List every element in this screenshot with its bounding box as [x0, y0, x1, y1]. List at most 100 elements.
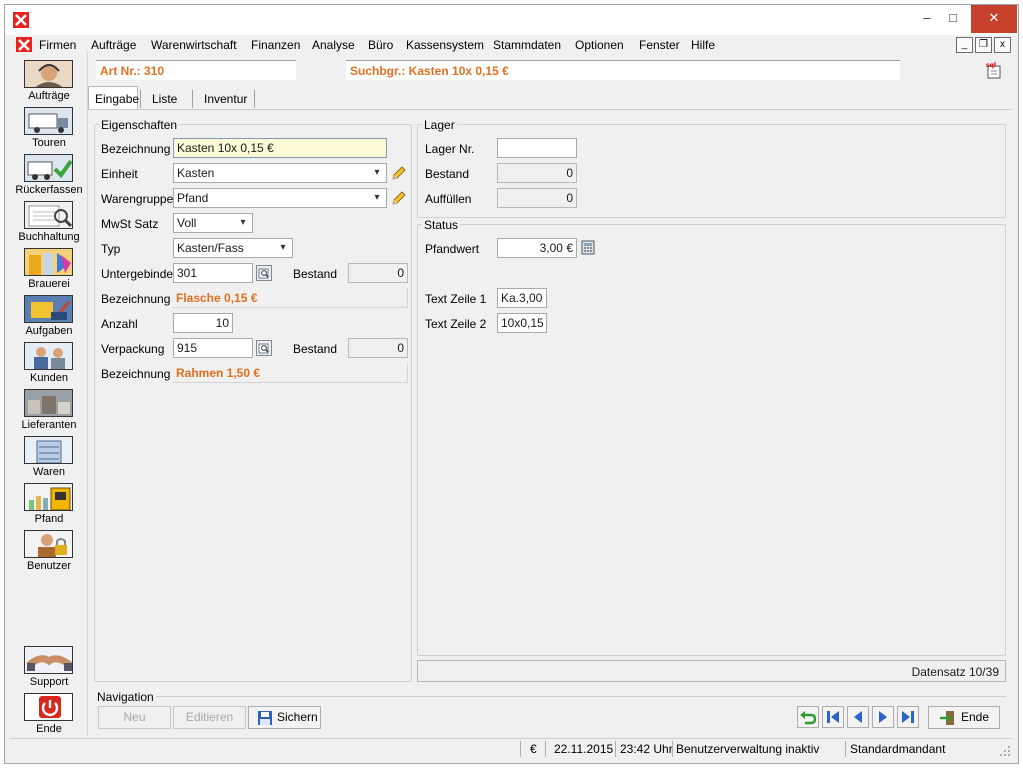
tab-separator [254, 90, 255, 108]
app-logo-icon [13, 12, 29, 28]
verpackung-bezeichnung-value: Rahmen 1,50 € [173, 363, 408, 383]
menu-stammdaten[interactable]: Stammdaten [493, 38, 561, 52]
sidebar-item-rueckerfassen[interactable]: Rückerfassen [10, 152, 88, 198]
goods-icon [24, 436, 73, 464]
menu-optionen[interactable]: Optionen [575, 38, 624, 52]
suppliers-icon [24, 389, 73, 417]
sidebar-item-label: Pfand [34, 513, 64, 525]
tab-eingabe[interactable]: Eingabe [88, 86, 139, 110]
sidebar-item-support[interactable]: Support [10, 644, 88, 690]
resize-grip-icon[interactable] [999, 745, 1011, 757]
menu-buero[interactable]: Büro [368, 38, 393, 52]
tab-separator [140, 90, 141, 108]
lager-bestand-value: 0 [497, 163, 577, 183]
calculator-icon[interactable] [581, 240, 595, 255]
sidebar-item-label: Buchhaltung [18, 231, 80, 243]
typ-label: Typ [101, 242, 121, 256]
truck-check-icon [24, 154, 73, 182]
pencil-icon[interactable] [391, 190, 407, 206]
sidebar-item-brauerei[interactable]: Brauerei [10, 246, 88, 292]
einheit-select[interactable]: Kasten ▾ [173, 163, 387, 183]
group-navigation [94, 696, 1006, 697]
status-mandant: Standardmandant [850, 742, 946, 756]
status-user-management: Benutzerverwaltung inaktiv [676, 742, 820, 756]
typ-select[interactable]: Kasten/Fass ▾ [173, 238, 293, 258]
maximize-button[interactable]: □ [937, 5, 969, 33]
group-status-title: Status [422, 218, 461, 232]
menu-fenster[interactable]: Fenster [639, 38, 680, 52]
sidebar-item-aufgaben[interactable]: Aufgaben [10, 293, 88, 339]
sidebar-item-kunden[interactable]: Kunden [10, 340, 88, 386]
mdi-close-button[interactable]: x [994, 37, 1011, 53]
headset-operator-icon [24, 60, 73, 88]
status-date: 22.11.2015 [554, 742, 614, 756]
lager-nr-label: Lager Nr. [425, 142, 475, 156]
search-icon[interactable] [256, 340, 272, 356]
neu-button[interactable]: Neu [98, 706, 171, 729]
last-record-icon[interactable] [897, 706, 919, 728]
previous-record-icon[interactable] [847, 706, 869, 728]
first-record-icon[interactable] [822, 706, 844, 728]
verpackung-input[interactable]: 915 [173, 338, 253, 358]
close-button[interactable]: ✕ [971, 5, 1017, 33]
bezeichnung-input[interactable]: Kasten 10x 0,15 € [173, 138, 387, 158]
menu-finanzen[interactable]: Finanzen [251, 38, 300, 52]
sql-query-icon[interactable]: sql [985, 61, 1003, 79]
menu-auftraege[interactable]: Aufträge [91, 38, 136, 52]
brewery-icon [24, 248, 73, 276]
sidebar-item-pfand[interactable]: Pfand [10, 481, 88, 527]
sidebar-item-ende[interactable]: Ende [10, 691, 88, 737]
mwst-select[interactable]: Voll ▾ [173, 213, 253, 233]
textzeile1-input[interactable]: Ka.3,00 [497, 288, 547, 308]
untergebinde-input[interactable]: 301 [173, 263, 253, 283]
customers-icon [24, 342, 73, 370]
sidebar-item-label: Brauerei [28, 278, 70, 290]
editieren-button[interactable]: Editieren [173, 706, 246, 729]
menu-logo-icon[interactable] [16, 37, 32, 53]
warengruppe-select[interactable]: Pfand ▾ [173, 188, 387, 208]
menu-firmen[interactable]: Firmen [39, 38, 76, 52]
menu-kassensystem[interactable]: Kassensystem [406, 38, 484, 52]
chevron-down-icon[interactable]: ▾ [370, 190, 384, 206]
tasks-icon [24, 295, 73, 323]
verpackung-bestand-value: 0 [348, 338, 408, 358]
title-bar: – □ ✕ [5, 5, 1018, 35]
anzahl-input[interactable]: 10 [173, 313, 233, 333]
svg-text:sql: sql [986, 62, 996, 69]
status-separator [845, 741, 846, 757]
status-separator [672, 741, 673, 757]
sidebar-item-label: Lieferanten [21, 419, 77, 431]
lager-nr-input[interactable] [497, 138, 577, 158]
sidebar-item-benutzer[interactable]: Benutzer [10, 528, 88, 574]
verpackung-label: Verpackung [101, 342, 165, 356]
textzeile2-input[interactable]: 10x0,15 [497, 313, 547, 333]
tab-liste[interactable]: Liste [146, 87, 190, 109]
sichern-button[interactable]: Sichern [248, 706, 321, 729]
sidebar-item-buchhaltung[interactable]: Buchhaltung [10, 199, 88, 245]
sidebar-item-waren[interactable]: Waren [10, 434, 88, 480]
record-counter-bar: Datensatz 10/39 [417, 660, 1006, 682]
group-navigation-title: Navigation [95, 690, 156, 704]
pencil-icon[interactable] [391, 165, 407, 181]
status-separator [520, 741, 521, 757]
verpackung-bestand-label: Bestand [293, 342, 338, 356]
menu-analyse[interactable]: Analyse [312, 38, 355, 52]
sidebar-item-touren[interactable]: Touren [10, 105, 88, 151]
menu-hilfe[interactable]: Hilfe [691, 38, 715, 52]
search-icon[interactable] [256, 265, 272, 281]
undo-icon[interactable] [797, 706, 819, 728]
next-record-icon[interactable] [872, 706, 894, 728]
textzeile1-label: Text Zeile 1 [425, 292, 487, 306]
chevron-down-icon[interactable]: ▾ [370, 165, 384, 181]
warengruppe-select-value: Pfand [177, 191, 209, 205]
tab-inventur[interactable]: Inventur [198, 87, 252, 109]
chevron-down-icon[interactable]: ▾ [276, 240, 290, 256]
chevron-down-icon[interactable]: ▾ [236, 215, 250, 231]
sidebar-item-auftraege[interactable]: Aufträge [10, 58, 88, 104]
mdi-restore-button[interactable]: ❐ [975, 37, 992, 53]
mdi-minimize-button[interactable]: _ [956, 37, 973, 53]
menu-warenwirtschaft[interactable]: Warenwirtschaft [151, 38, 237, 52]
sidebar-item-lieferanten[interactable]: Lieferanten [10, 387, 88, 433]
ende-button[interactable]: Ende [928, 706, 1000, 729]
pfandwert-input[interactable]: 3,00 € [497, 238, 577, 258]
